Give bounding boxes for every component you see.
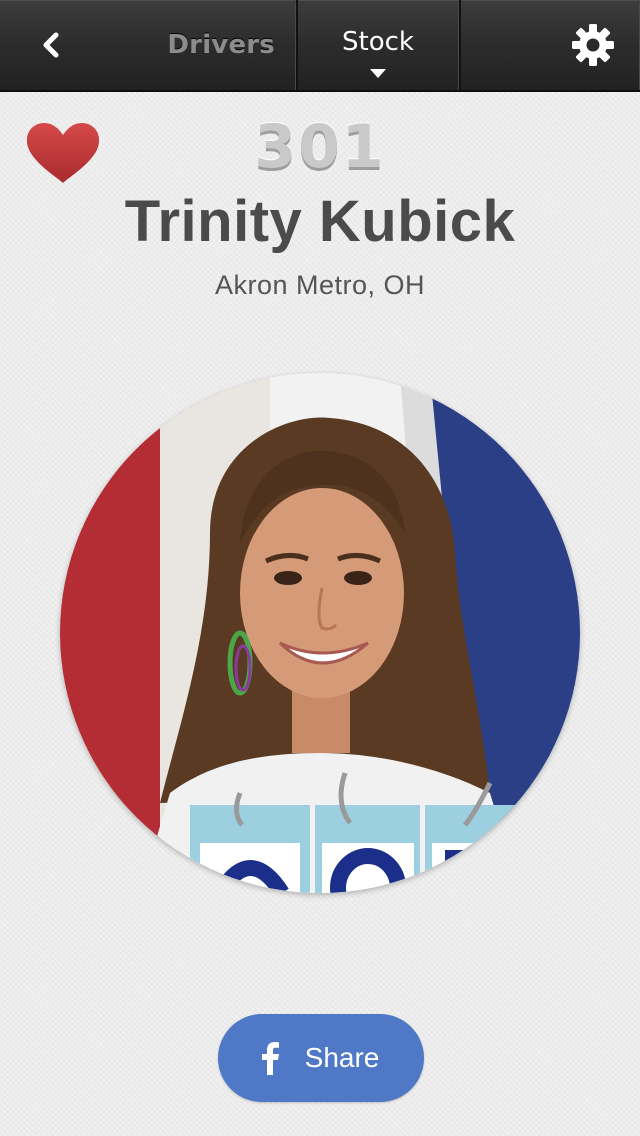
share-label: Share	[304, 1042, 380, 1073]
tab-stock-label: Stock	[342, 27, 414, 57]
facebook-icon	[261, 1042, 279, 1075]
chevron-left-icon	[43, 32, 59, 58]
gear-icon	[572, 24, 614, 66]
selected-indicator-icon	[370, 69, 386, 78]
top-nav-bar: Drivers Stock	[0, 0, 640, 92]
car-number: 301	[254, 112, 386, 182]
tab-stock[interactable]: Stock	[296, 0, 459, 90]
back-button[interactable]: Drivers	[0, 0, 296, 90]
driver-photo	[60, 373, 580, 893]
driver-name: Trinity Kubick	[124, 189, 516, 254]
facebook-share-button[interactable]: Share	[218, 1014, 424, 1102]
settings-button[interactable]	[459, 0, 640, 90]
back-button-label: Drivers	[167, 30, 275, 60]
driver-location: Akron Metro, OH	[214, 270, 426, 300]
